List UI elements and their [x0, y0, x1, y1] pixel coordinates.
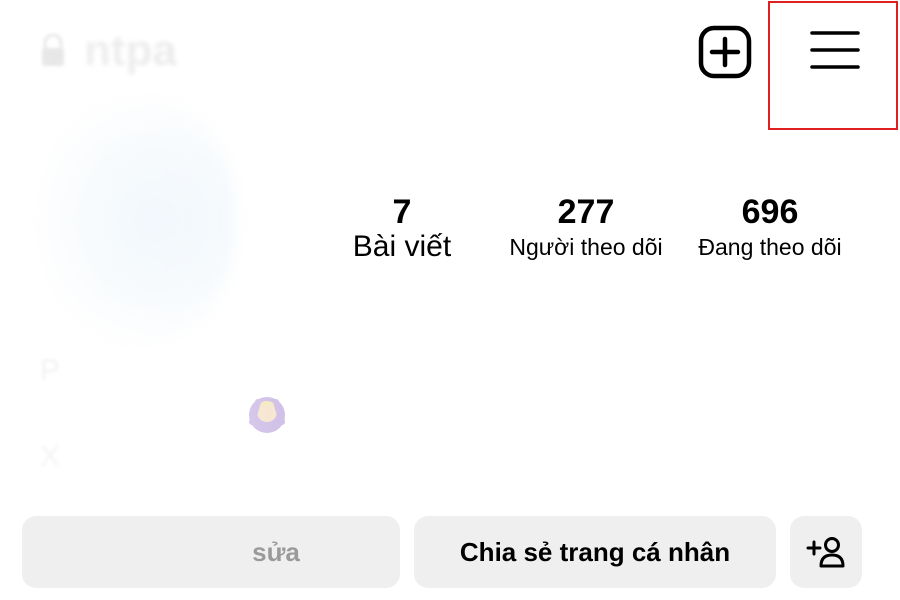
person-gesture-emoji-icon: [249, 397, 285, 433]
edit-profile-label: sửa: [252, 536, 300, 567]
following-label: Đang theo dõi: [698, 234, 842, 260]
stat-followers[interactable]: 277 Người theo dõi: [496, 192, 676, 262]
posts-count: 7: [392, 193, 412, 231]
stat-posts[interactable]: 7 Bài viết: [342, 192, 462, 262]
followers-label: Người theo dõi: [509, 234, 663, 260]
share-profile-label: Chia sẻ trang cá nhân: [459, 536, 731, 567]
posts-label: Bài viết: [352, 230, 452, 263]
avatar[interactable]: [36, 95, 236, 345]
add-person-button[interactable]: [790, 516, 862, 588]
plus-square-icon[interactable]: [698, 25, 752, 79]
menu-highlight-box: [768, 1, 898, 130]
bio-text: X: [40, 440, 61, 473]
profile-summary: ntpa P X: [0, 0, 340, 600]
lock-icon: [42, 34, 64, 66]
add-person-icon: [806, 537, 845, 568]
stat-following[interactable]: 696 Đang theo dõi: [682, 192, 858, 262]
username[interactable]: ntpa: [84, 26, 177, 76]
share-profile-button[interactable]: Chia sẻ trang cá nhân: [414, 516, 776, 588]
display-name: P: [40, 354, 61, 387]
edit-profile-button[interactable]: sửa: [22, 516, 400, 588]
following-count: 696: [741, 193, 799, 231]
followers-count: 277: [557, 193, 615, 231]
